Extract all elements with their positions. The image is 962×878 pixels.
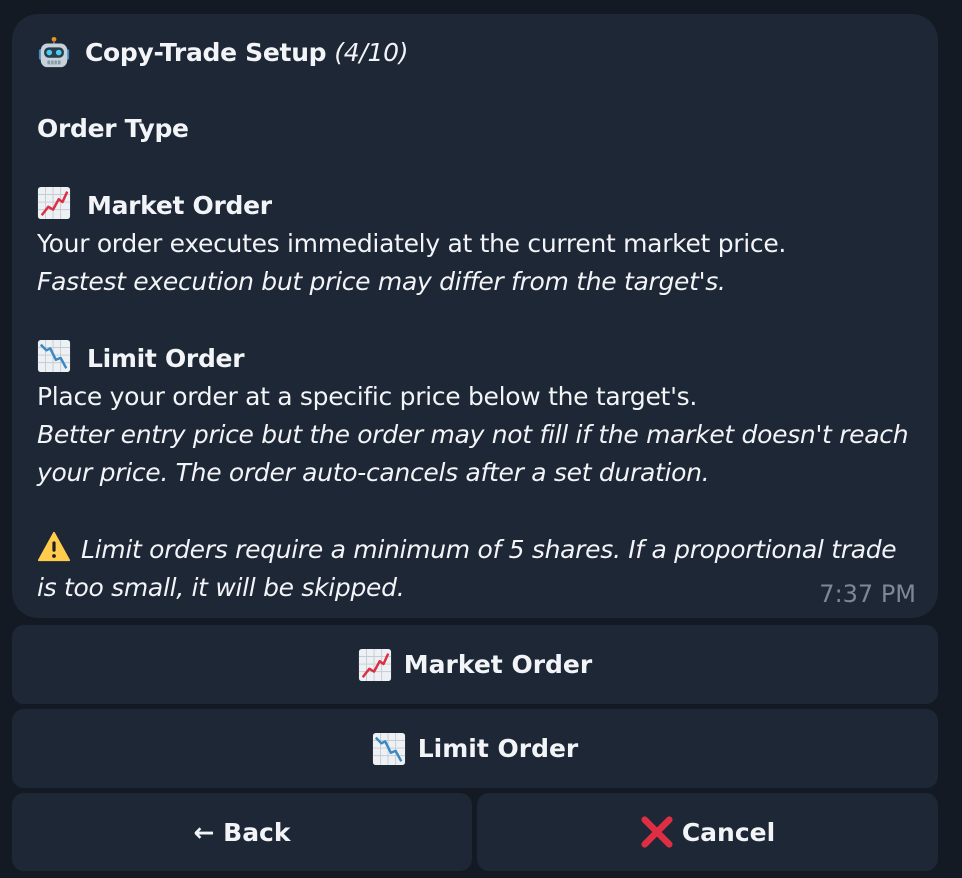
robot-icon bbox=[38, 36, 70, 68]
message-title-row: Copy-Trade Setup (4/10) bbox=[37, 34, 914, 72]
chart-increasing-icon bbox=[358, 648, 391, 681]
market-order-button[interactable]: Market Order bbox=[12, 625, 938, 704]
back-button[interactable]: ← Back bbox=[12, 793, 472, 871]
message-timestamp: 7:37 PM bbox=[819, 580, 916, 608]
message-bubble: Copy-Trade Setup (4/10) Order Type Marke… bbox=[12, 14, 938, 618]
cross-mark-icon bbox=[641, 816, 673, 848]
warning-line2: is too small, it will be skipped. bbox=[37, 573, 405, 602]
back-button-label: ← Back bbox=[193, 817, 291, 847]
chart-increasing-icon bbox=[37, 186, 71, 220]
limit-order-button[interactable]: Limit Order bbox=[12, 709, 938, 788]
chart-decreasing-icon bbox=[372, 732, 405, 765]
market-order-note: Fastest execution but price may differ f… bbox=[37, 267, 726, 296]
warning-icon bbox=[37, 531, 71, 562]
limit-order-note-line2: your price. The order auto-cancels after… bbox=[37, 458, 710, 487]
cancel-button[interactable]: Cancel bbox=[477, 793, 938, 871]
warning-line1: Limit orders require a minimum of 5 shar… bbox=[37, 530, 914, 569]
limit-order-heading: Limit Order bbox=[37, 339, 914, 378]
warning-text-line1: Limit orders require a minimum of 5 shar… bbox=[81, 535, 897, 564]
limit-order-button-label: Limit Order bbox=[417, 734, 579, 763]
market-order-button-label: Market Order bbox=[403, 650, 593, 679]
section-heading: Order Type bbox=[37, 114, 189, 143]
limit-order-heading-label: Limit Order bbox=[87, 344, 245, 373]
market-order-heading: Market Order bbox=[37, 186, 914, 225]
message-title: Copy-Trade Setup bbox=[85, 38, 327, 67]
step-indicator: (4/10) bbox=[334, 38, 409, 67]
cancel-button-label: Cancel bbox=[681, 817, 776, 847]
chart-decreasing-icon bbox=[37, 339, 71, 373]
limit-order-note-line1: Better entry price but the order may not… bbox=[37, 420, 909, 449]
market-order-desc: Your order executes immediately at the c… bbox=[37, 229, 787, 258]
market-order-heading-label: Market Order bbox=[87, 191, 272, 220]
limit-order-desc: Place your order at a specific price bel… bbox=[37, 382, 698, 411]
